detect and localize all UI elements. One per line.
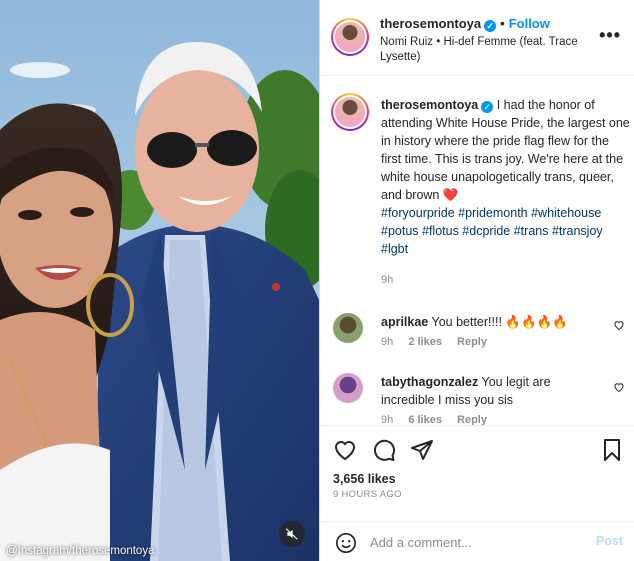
caption-username[interactable]: therosemontoya: [381, 98, 478, 112]
dot-separator: •: [500, 16, 505, 31]
comment-body: tabythagonzalez You legit are incredible…: [381, 373, 601, 409]
commenter-avatar[interactable]: [333, 313, 363, 343]
comment-input[interactable]: [370, 532, 580, 552]
comment-meta: 9h 2 likes Reply: [381, 336, 499, 348]
verified-badge-icon: ✓: [484, 20, 497, 32]
comments-list[interactable]: therosemontoya ✓ I had the honor of atten…: [320, 77, 634, 425]
comment-likes[interactable]: 2 likes: [408, 336, 442, 348]
like-comment-icon[interactable]: [613, 381, 625, 393]
author-line: therosemontoya ✓ • Follow: [380, 16, 550, 32]
comment-bubble-icon[interactable]: [372, 438, 396, 462]
post-timestamp[interactable]: 9 HOURS AGO: [333, 489, 402, 500]
comment-composer: Post: [320, 521, 634, 561]
reply-button[interactable]: Reply: [457, 414, 487, 425]
caption-time[interactable]: 9h: [381, 274, 393, 286]
like-comment-icon[interactable]: [613, 319, 625, 331]
audio-track-link[interactable]: Nomi Ruiz • Hi-def Femme (feat. Trace Ly…: [380, 35, 585, 65]
caption-hashtags[interactable]: #foryourpride #pridemonth #whitehouse #p…: [381, 206, 603, 256]
reply-button[interactable]: Reply: [457, 336, 487, 348]
verified-badge-icon: ✓: [481, 101, 494, 113]
heart-emoji-icon: ❤️: [442, 188, 459, 202]
share-send-icon[interactable]: [410, 438, 434, 462]
caption-text: I had the honor of attending White House…: [381, 98, 630, 202]
post-comment-button[interactable]: Post: [596, 534, 623, 548]
likes-count[interactable]: 3,656 likes: [333, 472, 396, 486]
author-username[interactable]: therosemontoya: [380, 16, 481, 31]
mute-button[interactable]: [279, 521, 305, 547]
comment-text: You better!!!! 🔥🔥🔥🔥: [431, 315, 568, 329]
comment-username[interactable]: tabythagonzalez: [381, 375, 478, 389]
caption-avatar[interactable]: [331, 93, 369, 131]
save-bookmark-icon[interactable]: [600, 438, 624, 462]
comment-username[interactable]: aprilkae: [381, 315, 428, 329]
post-side-panel: therosemontoya ✓ • Follow Nomi Ruiz • Hi-de…: [319, 0, 634, 561]
post-caption: therosemontoya ✓ I had the honor of atten…: [381, 96, 631, 258]
photo-credit: @Instagram/therosemontoya: [6, 545, 155, 557]
photo: [0, 0, 319, 561]
commenter-avatar[interactable]: [333, 373, 363, 403]
comment-body: aprilkae You better!!!! 🔥🔥🔥🔥: [381, 313, 601, 331]
author-avatar[interactable]: [331, 18, 369, 56]
comment-time[interactable]: 9h: [381, 336, 393, 348]
like-heart-icon[interactable]: [333, 438, 357, 462]
comment-time[interactable]: 9h: [381, 414, 393, 425]
speaker-muted-icon: [285, 528, 298, 540]
emoji-icon[interactable]: [335, 532, 357, 554]
post-media[interactable]: @Instagram/therosemontoya: [0, 0, 319, 561]
more-options-icon[interactable]: •••: [599, 26, 621, 44]
comment-likes[interactable]: 6 likes: [408, 414, 442, 425]
follow-button[interactable]: Follow: [509, 16, 550, 31]
post-header: therosemontoya ✓ • Follow Nomi Ruiz • Hi-de…: [320, 0, 634, 76]
comment-meta: 9h 6 likes Reply: [381, 414, 499, 425]
